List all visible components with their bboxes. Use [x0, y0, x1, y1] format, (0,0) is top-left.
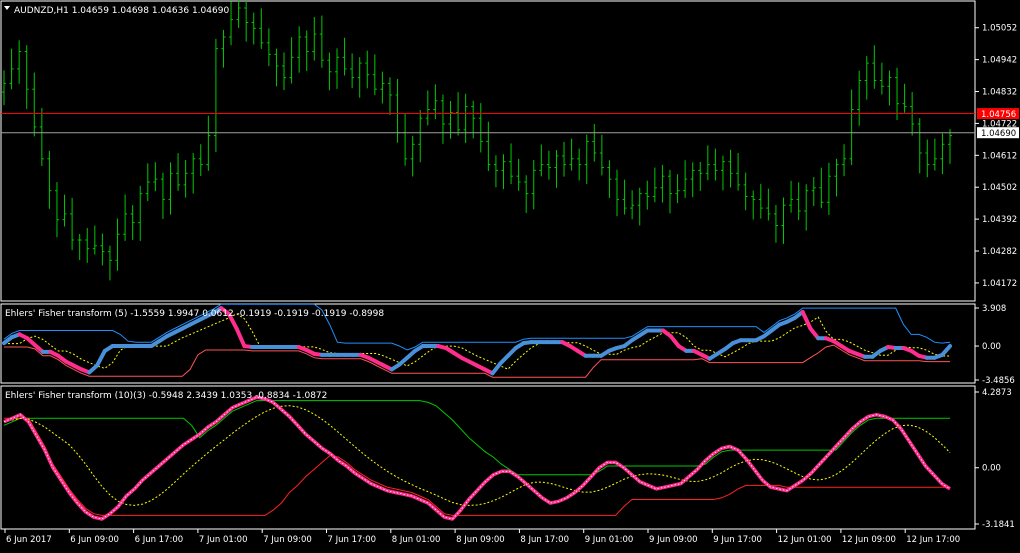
main-chart-header: AUDNZD,H1 1.04659 1.04698 1.04636 1.0469…: [14, 6, 229, 16]
time-tick-label: 8 Jun 17:00: [520, 535, 569, 545]
time-tick-label: 8 Jun 09:00: [456, 535, 505, 545]
trading-terminal: 1.05052 1.04942 1.04832 1.04722 1.04612 1.045…: [0, 0, 1020, 549]
time-tick-label: 8 Jun 01:00: [392, 535, 441, 545]
time-tick-label: 7 Jun 01:00: [199, 535, 248, 545]
time-tick-label: 12 Jun 09:00: [842, 535, 896, 545]
price-tick-label: 1.04172: [982, 279, 1017, 289]
price-tick-label: 1.04942: [982, 56, 1017, 66]
panel2-tick-label: 0.00: [982, 464, 1001, 474]
time-tick-label: 6 Jun 09:00: [70, 535, 119, 545]
time-tick-label: 12 Jun 17:00: [906, 535, 960, 545]
time-tick-label: 7 Jun 09:00: [263, 535, 312, 545]
time-tick-label: 6 Jun 2017: [6, 535, 52, 545]
time-tick-label: 7 Jun 17:00: [328, 535, 377, 545]
panel1-tick-label: 3.908: [982, 304, 1006, 314]
time-tick-label: 6 Jun 17:00: [135, 535, 184, 545]
panel2-tick-label: -3.1841: [982, 520, 1015, 530]
time-tick-label: 9 Jun 17:00: [713, 535, 762, 545]
panel2-tick-label: 4.2873: [982, 388, 1012, 398]
panel1-tick-label: 0.00: [982, 342, 1001, 352]
fisher-panel-2-title: Ehlers' Fisher transform (10)(3) -0.5948…: [5, 391, 327, 401]
price-tick-label: 1.04612: [982, 151, 1017, 161]
fisher-panel-1-title: Ehlers' Fisher transform (5) -1.5559 1.9…: [5, 309, 384, 319]
ask-price-label: 1.04756: [981, 110, 1016, 120]
price-tick-label: 1.04502: [982, 183, 1017, 193]
price-tick-label: 1.04392: [982, 215, 1017, 225]
panel1-tick-label: -3.4856: [982, 376, 1015, 386]
price-tick-label: 1.04832: [982, 88, 1017, 98]
terminal-svg: 1.050521.049421.048321.047221.046121.045…: [0, 0, 1019, 545]
price-tick-label: 1.04282: [982, 247, 1017, 257]
price-tick-label: 1.05052: [982, 24, 1017, 34]
time-tick-label: 9 Jun 01:00: [585, 535, 634, 545]
bid-price-label: 1.04690: [981, 129, 1016, 139]
time-tick-label: 9 Jun 09:00: [649, 535, 698, 545]
time-tick-label: 12 Jun 01:00: [778, 535, 832, 545]
fisher-panel-2-frame[interactable]: [0, 385, 976, 530]
